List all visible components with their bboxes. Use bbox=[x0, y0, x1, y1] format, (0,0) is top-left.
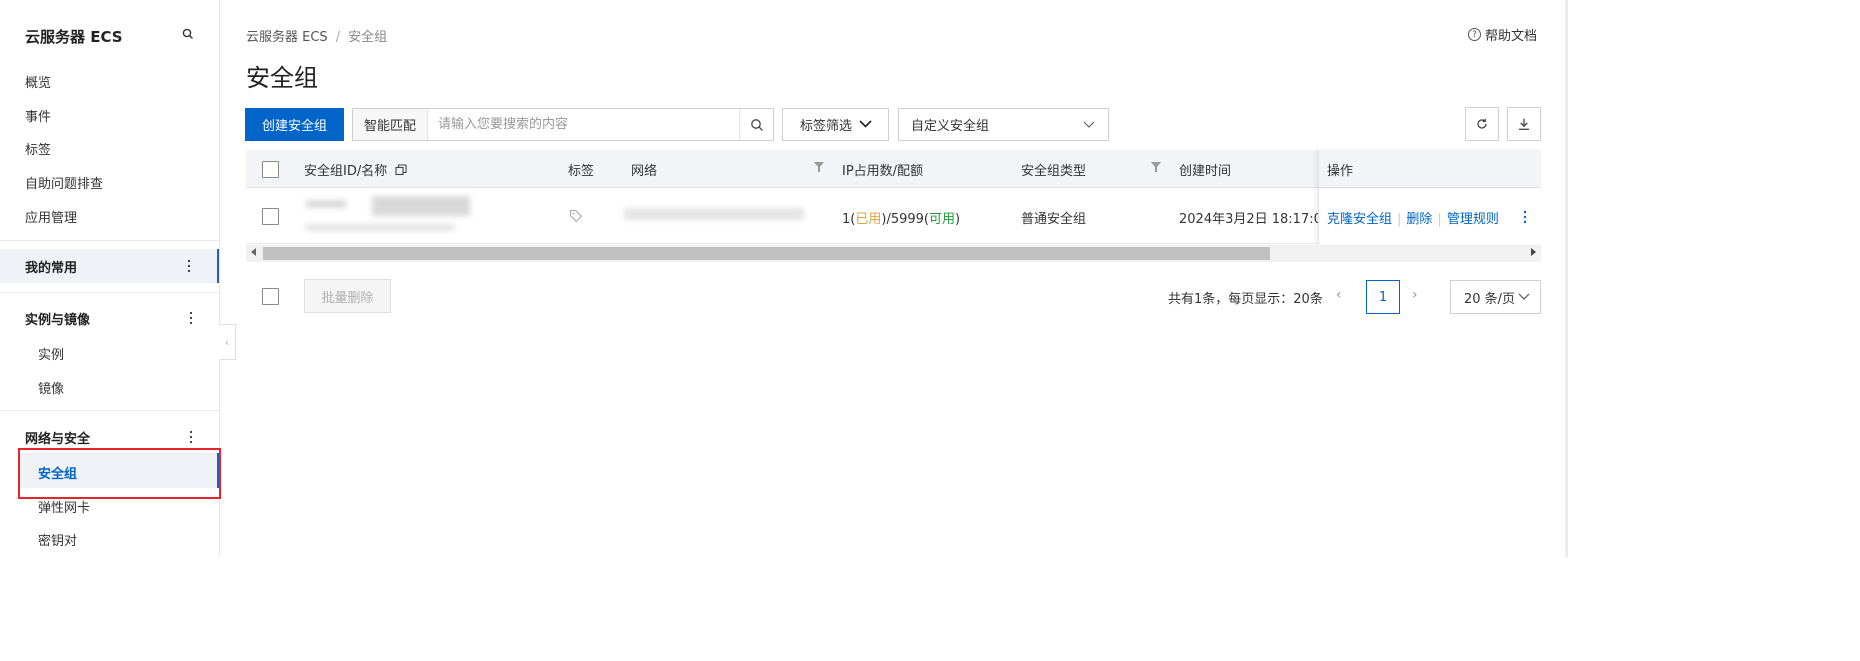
redacted-id bbox=[372, 196, 470, 216]
column-header-network: 网络 bbox=[631, 164, 658, 179]
refresh-icon bbox=[1477, 118, 1487, 129]
copy-icon[interactable] bbox=[395, 164, 407, 176]
ip-quota-count: 5999 bbox=[890, 212, 924, 227]
clone-security-group-link[interactable]: 克隆安全组 bbox=[1327, 212, 1392, 227]
create-security-group-button[interactable]: 创建安全组 bbox=[245, 108, 344, 141]
sidebar-item-keypairs[interactable]: 密钥对 bbox=[38, 530, 77, 549]
search-input[interactable] bbox=[428, 109, 739, 140]
more-vertical-icon[interactable] bbox=[187, 259, 191, 273]
sidebar-group-instances[interactable]: 实例与镜像 bbox=[0, 301, 219, 335]
sidebar-group-label: 网络与安全 bbox=[25, 431, 91, 447]
ip-quota-cell: 1(已用)/5999(可用) bbox=[842, 212, 961, 227]
next-page-icon[interactable]: › bbox=[1412, 287, 1418, 303]
help-docs-link[interactable]: ? 帮助文档 bbox=[1467, 25, 1537, 44]
column-header-ip-quota: IP占用数/配额 bbox=[842, 164, 924, 179]
manage-rules-link[interactable]: 管理规则 bbox=[1447, 212, 1499, 227]
tag-icon[interactable] bbox=[569, 209, 583, 223]
created-time-cell: 2024年3月2日 18:17:06 bbox=[1179, 212, 1331, 227]
security-group-type-select[interactable]: 自定义安全组 bbox=[898, 108, 1109, 141]
search-button[interactable] bbox=[739, 109, 773, 140]
refresh-button[interactable] bbox=[1465, 107, 1499, 141]
scroll-left-arrow-icon[interactable] bbox=[251, 248, 256, 256]
search-icon bbox=[750, 118, 763, 131]
redacted-id bbox=[306, 200, 346, 208]
redacted-network bbox=[624, 208, 804, 220]
security-group-type-cell: 普通安全组 bbox=[1021, 212, 1087, 227]
sidebar-item-security-group-label: 安全组 bbox=[38, 467, 78, 482]
batch-delete-button[interactable]: 批量删除 bbox=[304, 279, 391, 313]
column-header-ops-cell: 操作 bbox=[1318, 150, 1541, 188]
sidebar-item-tags[interactable]: 标签 bbox=[25, 139, 51, 158]
divider bbox=[0, 410, 219, 411]
footer-select-all-checkbox[interactable] bbox=[262, 288, 279, 305]
search-bar: 智能匹配 bbox=[352, 108, 774, 141]
sidebar-group-label: 我的常用 bbox=[25, 260, 78, 276]
action-separator: | bbox=[1397, 212, 1402, 227]
column-header-created: 创建时间 bbox=[1179, 164, 1232, 179]
sidebar-title: 云服务器 ECS bbox=[25, 28, 123, 46]
sidebar-item-eni[interactable]: 弹性网卡 bbox=[38, 497, 90, 516]
redacted-name bbox=[306, 224, 454, 231]
page-scrollbar[interactable] bbox=[1565, 0, 1568, 557]
help-circle-icon: ? bbox=[1467, 28, 1481, 41]
delete-link[interactable]: 删除 bbox=[1406, 212, 1432, 227]
sidebar-item-events[interactable]: 事件 bbox=[25, 106, 51, 125]
ip-used-count: 1 bbox=[842, 212, 851, 227]
breadcrumb-separator: / bbox=[335, 30, 341, 45]
chevron-left-icon: ‹ bbox=[224, 335, 230, 349]
more-vertical-icon[interactable] bbox=[189, 430, 193, 444]
search-mode-select[interactable]: 智能匹配 bbox=[353, 109, 429, 140]
download-button[interactable] bbox=[1507, 107, 1541, 141]
more-vertical-icon[interactable] bbox=[1523, 210, 1527, 224]
page-size-select[interactable]: 20 条/页 bbox=[1450, 280, 1541, 314]
chevron-down-icon bbox=[1083, 121, 1095, 128]
sidebar-item-instances[interactable]: 实例 bbox=[38, 344, 64, 363]
security-group-type-value: 自定义安全组 bbox=[911, 119, 990, 134]
row-actions: 克隆安全组 | 删除 | 管理规则 bbox=[1327, 208, 1499, 227]
ops-cell: 克隆安全组 | 删除 | 管理规则 bbox=[1318, 189, 1541, 244]
download-icon bbox=[1519, 118, 1529, 130]
search-icon[interactable] bbox=[181, 27, 195, 41]
breadcrumb-item-ecs[interactable]: 云服务器 ECS bbox=[246, 30, 328, 45]
page-number-current[interactable]: 1 bbox=[1366, 280, 1400, 314]
filter-icon[interactable] bbox=[814, 162, 824, 172]
chevron-down-icon bbox=[859, 120, 872, 128]
filter-icon[interactable] bbox=[1151, 162, 1161, 172]
breadcrumb: 云服务器 ECS / 安全组 bbox=[246, 26, 387, 45]
chevron-down-icon bbox=[1518, 293, 1530, 300]
scroll-right-arrow-icon[interactable] bbox=[1531, 248, 1536, 256]
more-vertical-icon[interactable] bbox=[189, 311, 193, 325]
column-header-id-name: 安全组ID/名称 bbox=[304, 160, 407, 179]
ip-available-label: 可用 bbox=[929, 212, 956, 227]
column-header-type: 安全组类型 bbox=[1021, 164, 1087, 179]
sidebar-group-network-security[interactable]: 网络与安全 bbox=[0, 420, 219, 454]
column-header-label: 安全组ID/名称 bbox=[304, 164, 388, 179]
help-docs-label: 帮助文档 bbox=[1484, 29, 1537, 44]
prev-page-icon[interactable]: ‹ bbox=[1336, 287, 1342, 303]
tag-filter-label: 标签筛选 bbox=[800, 119, 853, 134]
action-separator: | bbox=[1437, 212, 1442, 227]
sidebar-group-label: 实例与镜像 bbox=[25, 312, 91, 328]
scrollbar-thumb[interactable] bbox=[263, 247, 1270, 260]
divider bbox=[0, 240, 219, 241]
page-title: 安全组 bbox=[246, 64, 318, 92]
column-header-tags: 标签 bbox=[568, 164, 595, 179]
sidebar-group-favorites[interactable]: 我的常用 bbox=[0, 249, 219, 283]
sidebar-item-app-management[interactable]: 应用管理 bbox=[25, 207, 77, 226]
page-size-value: 20 条/页 bbox=[1464, 291, 1516, 307]
pagination-total: 共有1条，每页显示：20条 bbox=[1168, 292, 1323, 307]
select-all-checkbox[interactable] bbox=[262, 161, 279, 178]
sidebar-item-images[interactable]: 镜像 bbox=[38, 378, 64, 397]
divider bbox=[0, 292, 219, 293]
sidebar-collapse-toggle[interactable]: ‹ bbox=[219, 324, 236, 360]
tag-filter-dropdown[interactable]: 标签筛选 bbox=[782, 108, 889, 141]
sidebar-item-overview[interactable]: 概览 bbox=[25, 72, 51, 91]
sidebar: 云服务器 ECS 概览 事件 标签 自助问题排查 应用管理 我的常用 实例与镜像… bbox=[0, 0, 221, 557]
horizontal-scrollbar[interactable] bbox=[246, 245, 1541, 262]
row-checkbox[interactable] bbox=[262, 208, 279, 225]
ip-used-label: 已用 bbox=[855, 212, 882, 227]
column-header-ops: 操作 bbox=[1327, 164, 1354, 179]
sidebar-item-troubleshoot[interactable]: 自助问题排查 bbox=[25, 173, 103, 192]
breadcrumb-item-current: 安全组 bbox=[348, 30, 388, 45]
